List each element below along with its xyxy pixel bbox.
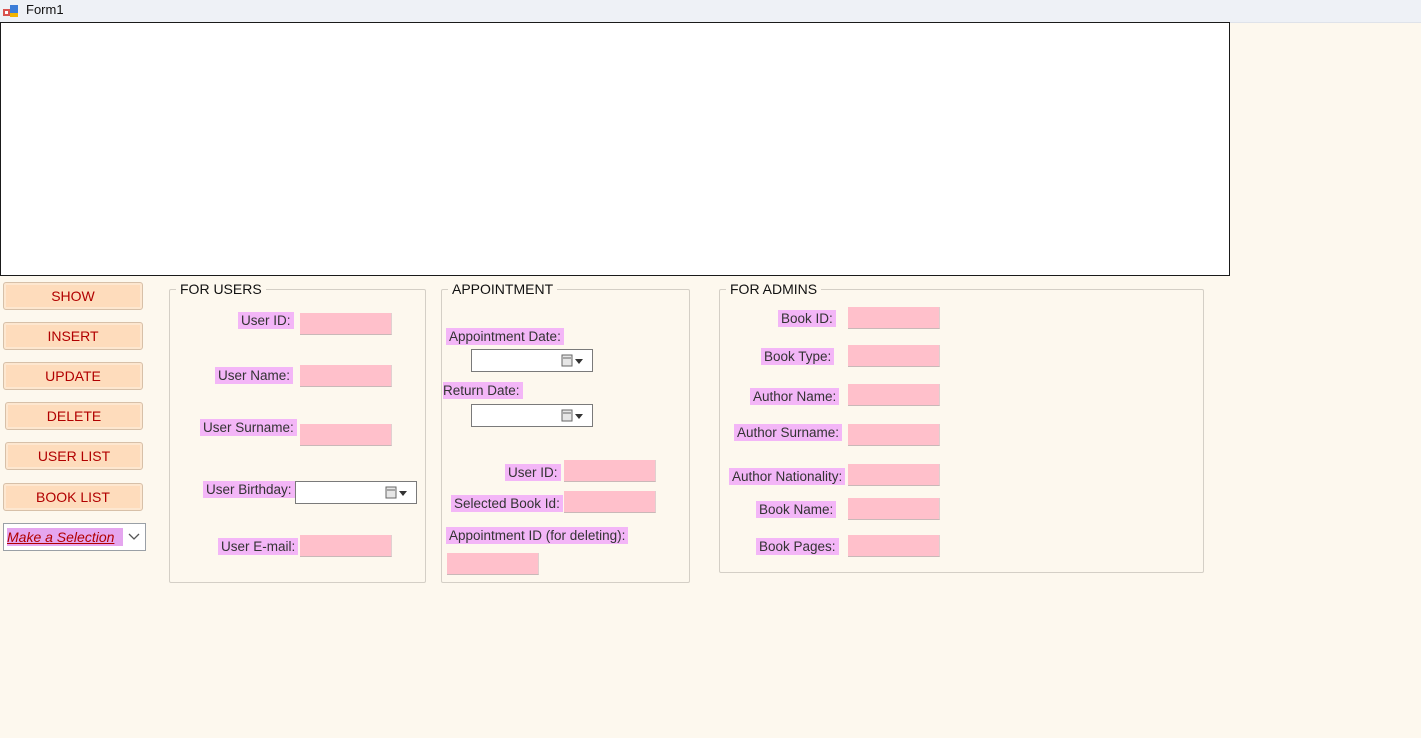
author-surname-field[interactable] [848, 424, 940, 446]
appointment-date-picker[interactable] [471, 349, 593, 372]
for-admins-title: FOR ADMINS [726, 280, 822, 298]
selection-combobox-value: Make a Selection [7, 528, 123, 546]
user-birthday-label: User Birthday: [203, 481, 295, 498]
return-date-label: Return Date: [443, 382, 523, 399]
insert-button[interactable]: INSERT [3, 322, 143, 350]
user-list-button[interactable]: USER LIST [5, 442, 143, 470]
for-users-title: FOR USERS [176, 280, 266, 298]
user-id-label: User ID: [238, 312, 294, 329]
title-bar: Form1 [0, 0, 1421, 23]
selection-combobox[interactable]: Make a Selection [3, 523, 146, 551]
update-button[interactable]: UPDATE [3, 362, 143, 390]
chevron-down-icon[interactable] [127, 529, 141, 543]
appointment-date-label: Appointment Date: [446, 328, 564, 345]
appointment-id-label: Appointment ID (for deleting): [446, 527, 629, 544]
return-date-picker[interactable] [471, 404, 593, 427]
user-email-field[interactable] [300, 535, 392, 557]
author-name-field[interactable] [848, 384, 940, 406]
author-surname-label: Author Surname: [734, 424, 843, 441]
window-title: Form1 [26, 2, 64, 17]
user-surname-label: User Surname: [200, 419, 297, 436]
author-name-label: Author Name: [750, 388, 840, 405]
book-pages-field[interactable] [848, 535, 940, 557]
author-nationality-label: Author Nationality: [729, 468, 846, 485]
selected-book-id-label: Selected Book Id: [451, 495, 563, 512]
selected-book-id-field[interactable] [564, 491, 656, 513]
book-id-label: Book ID: [778, 310, 836, 327]
appointment-id-field[interactable] [447, 553, 539, 575]
book-pages-label: Book Pages: [756, 538, 839, 555]
book-name-label: Book Name: [756, 501, 837, 518]
delete-button[interactable]: DELETE [5, 402, 143, 430]
calendar-dropdown-icon[interactable] [560, 354, 588, 368]
user-id-field[interactable] [300, 313, 392, 335]
form-icon [3, 5, 18, 17]
user-name-field[interactable] [300, 365, 392, 387]
book-type-label: Book Type: [761, 348, 835, 365]
appointment-title: APPOINTMENT [448, 280, 558, 298]
user-email-label: User E-mail: [218, 538, 299, 555]
user-surname-field[interactable] [300, 424, 392, 446]
book-id-field[interactable] [848, 307, 940, 329]
data-grid-view[interactable] [0, 22, 1230, 276]
author-nationality-field[interactable] [848, 464, 940, 486]
calendar-dropdown-icon[interactable] [384, 486, 412, 500]
appointment-user-id-field[interactable] [564, 460, 656, 482]
user-birthday-picker[interactable] [295, 481, 417, 504]
user-name-label: User Name: [215, 367, 294, 384]
book-name-field[interactable] [848, 498, 940, 520]
book-list-button[interactable]: BOOK LIST [3, 483, 143, 511]
show-button[interactable]: SHOW [3, 282, 143, 310]
calendar-dropdown-icon[interactable] [560, 409, 588, 423]
appointment-user-id-label: User ID: [505, 464, 561, 481]
book-type-field[interactable] [848, 345, 940, 367]
